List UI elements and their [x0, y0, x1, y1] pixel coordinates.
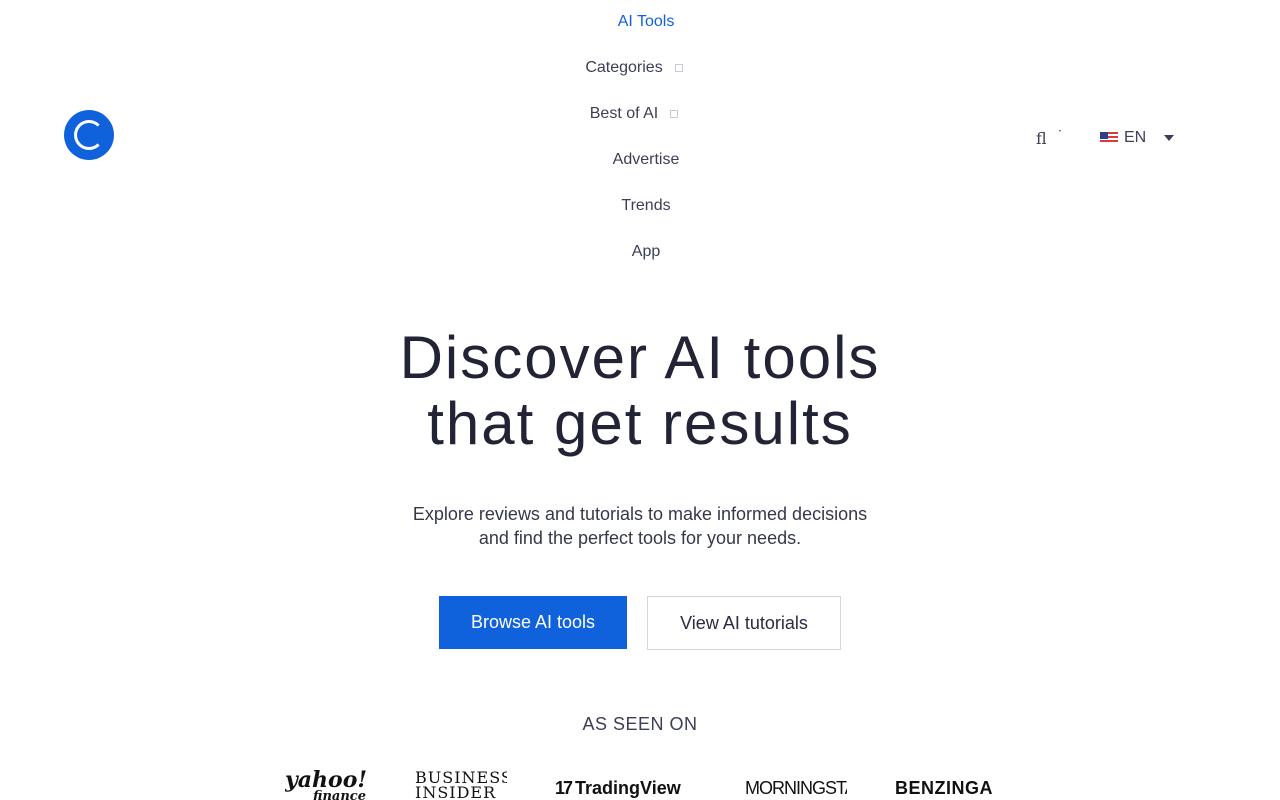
nav-item-label: AI Tools [617, 13, 675, 30]
tradingview-mark-icon: 17 [555, 778, 573, 798]
header-actions: fl EN [1036, 120, 1175, 150]
hero-subtitle-line-2: and find the perfect tools for your need… [478, 528, 802, 548]
hero-subtitle-line-1: Explore reviews and tutorials to make in… [412, 504, 868, 524]
hero-title-line-2: that get results [427, 390, 853, 457]
search-icon[interactable]: fl [1036, 120, 1062, 148]
press-logo-name: yahoo! [285, 770, 367, 793]
press-logo-tradingview: 17 TradingView [555, 770, 697, 800]
nav-item-label: Categories [585, 59, 663, 76]
press-logo-yahoo-finance: yahoo! finance [285, 770, 367, 800]
language-selector[interactable]: EN [1100, 129, 1175, 147]
nav-item-advertise[interactable]: Advertise [0, 148, 1280, 172]
nav-item-label: Advertise [612, 151, 680, 168]
press-logo-morningstar: MORNINGSTAR [745, 770, 847, 800]
nav-item-trends[interactable]: Trends [0, 194, 1280, 218]
caret-down-icon [1164, 135, 1175, 141]
chevron-down-icon [670, 110, 679, 118]
press-logo-name: MORNINGSTAR [745, 778, 847, 798]
nav-item-app[interactable]: App [0, 240, 1280, 264]
hero-title-line-1: Discover AI tools [399, 324, 881, 391]
us-flag-icon [1100, 132, 1118, 144]
press-logo-sub: INSIDER [415, 783, 497, 800]
nav-item-ai-tools[interactable]: AI Tools [0, 10, 1280, 34]
nav-item-label: App [631, 243, 661, 260]
language-code: EN [1124, 129, 1147, 146]
nav-item-label: Trends [621, 197, 671, 214]
nav-item-best-of-ai[interactable]: Best of AI [0, 102, 1280, 126]
press-logo-benzinga: BENZINGA [895, 770, 997, 800]
chevron-down-icon [674, 64, 683, 72]
nav-item-categories[interactable]: Categories [0, 56, 1280, 80]
view-ai-tutorials-button[interactable]: View AI tutorials [647, 596, 841, 650]
browse-ai-tools-button[interactable]: Browse AI tools [439, 596, 627, 649]
press-logo-sub: finance [313, 789, 366, 800]
hero-title: Discover AI tools that get results [0, 325, 1280, 457]
press-logo-name: BENZINGA [895, 778, 993, 798]
nav-item-label: Best of AI [589, 105, 659, 122]
as-seen-on-heading: AS SEEN ON [582, 714, 698, 734]
press-logo-name: TradingView [575, 778, 681, 798]
hero-subtitle: Explore reviews and tutorials to make in… [0, 502, 1280, 550]
press-logo-business-insider: BUSINESS INSIDER [415, 770, 507, 800]
